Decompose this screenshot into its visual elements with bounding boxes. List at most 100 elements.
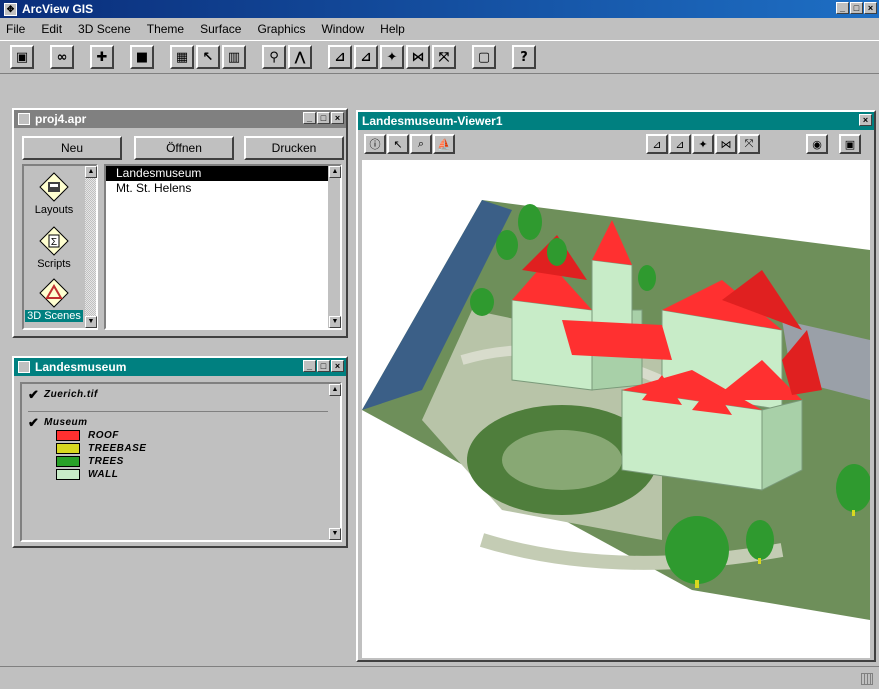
legend-class-trees: TREES: [56, 455, 328, 468]
theme-visible-checkbox-icon[interactable]: ✔: [28, 415, 44, 431]
glasses-icon: ∞: [56, 49, 68, 65]
close-icon[interactable]: ×: [859, 114, 872, 126]
scroll-down-icon[interactable]: ▼: [329, 528, 341, 540]
menu-theme[interactable]: Theme: [145, 21, 186, 37]
close-icon[interactable]: ×: [331, 360, 344, 372]
close-icon[interactable]: ×: [864, 2, 877, 14]
scroll-down-icon[interactable]: ▼: [85, 316, 97, 328]
help-button[interactable]: ?: [512, 45, 536, 69]
zoom-in-button[interactable]: ⋈: [406, 45, 430, 69]
view-zoom-in-button[interactable]: ⋈: [715, 134, 737, 154]
scroll-up-icon[interactable]: ▲: [85, 166, 97, 178]
maximize-icon[interactable]: □: [850, 2, 863, 14]
doctype-scripts[interactable]: Σ Scripts: [24, 226, 84, 270]
viewer-extra-group: ◉ ▣: [806, 134, 862, 154]
doctype-scripts-label: Scripts: [37, 258, 71, 270]
view-active-button[interactable]: ⊿: [669, 134, 691, 154]
view-active-icon: ⊿: [675, 137, 685, 151]
project-window-title: proj4.apr: [35, 112, 87, 126]
menu-edit[interactable]: Edit: [39, 21, 64, 37]
open-table-button[interactable]: ▥: [222, 45, 246, 69]
menu-graphics[interactable]: Graphics: [255, 21, 307, 37]
view-full-button[interactable]: ⊿: [646, 134, 668, 154]
project-window-controls: _ □ ×: [303, 112, 344, 124]
scroll-up-icon[interactable]: ▲: [329, 384, 341, 396]
save-button[interactable]: ▣: [10, 45, 34, 69]
view-zoom-out-button[interactable]: ⤧: [738, 134, 760, 154]
legend-class-wall: WALL: [56, 468, 328, 481]
viewer-window-title: Landesmuseum-Viewer1: [362, 114, 503, 128]
zoom-to-selected-button[interactable]: ✦: [380, 45, 404, 69]
document-item-mt-st-helens[interactable]: Mt. St. Helens: [106, 181, 340, 196]
find-icon: ⚲: [269, 49, 279, 65]
scroll-down-icon[interactable]: ▼: [329, 316, 341, 328]
document-list: Landesmuseum Mt. St. Helens ▲ ▼: [104, 164, 342, 330]
document-item-landesmuseum[interactable]: Landesmuseum: [106, 166, 340, 181]
app-title: ArcView GIS: [22, 2, 94, 16]
menu-surface[interactable]: Surface: [198, 21, 243, 37]
scene-icon: [39, 278, 69, 308]
resize-grip-icon[interactable]: [861, 673, 873, 685]
edit-legend-button[interactable]: ↖: [196, 45, 220, 69]
view-full-icon: ⊿: [652, 137, 662, 151]
theme-name-museum: Museum: [44, 417, 88, 428]
view-save-icon: ▣: [844, 137, 856, 151]
add-theme-button[interactable]: ✚: [90, 45, 114, 69]
view-save-button[interactable]: ▣: [839, 134, 861, 154]
new-button[interactable]: Neu: [22, 136, 122, 160]
open-button[interactable]: Öffnen: [134, 136, 234, 160]
theme-properties-button[interactable]: ▦: [170, 45, 194, 69]
doctype-scrollbar[interactable]: ▲ ▼: [84, 166, 97, 328]
view-selected-button[interactable]: ✦: [692, 134, 714, 154]
theme-entry-museum[interactable]: ✔ Museum ROOF TREEBASE TREES WALL: [28, 415, 328, 481]
minimize-icon[interactable]: _: [836, 2, 849, 14]
close-icon[interactable]: ×: [331, 112, 344, 124]
zoom-to-full-button[interactable]: ⊿: [328, 45, 352, 69]
project-window-titlebar[interactable]: proj4.apr _ □ ×: [14, 110, 346, 128]
select-none-button[interactable]: ▢: [472, 45, 496, 69]
minimize-icon[interactable]: _: [303, 360, 316, 372]
layout-button[interactable]: ■: [130, 45, 154, 69]
theme-name-zuerich: Zuerich.tif: [44, 389, 98, 400]
doctype-layouts[interactable]: Layouts: [24, 172, 84, 216]
query-button[interactable]: ⋀: [288, 45, 312, 69]
layouts-icon: [39, 172, 69, 202]
legend-label-roof: ROOF: [88, 430, 119, 441]
menu-help[interactable]: Help: [378, 21, 407, 37]
doctype-3d-scenes[interactable]: 3D Scenes: [24, 278, 84, 322]
find-button[interactable]: ⚲: [262, 45, 286, 69]
menu-window[interactable]: Window: [319, 21, 366, 37]
view-zoom-in-icon: ⋈: [720, 137, 732, 151]
menu-file[interactable]: File: [4, 21, 27, 37]
swatch-roof: [56, 430, 80, 441]
menu-3d-scene[interactable]: 3D Scene: [76, 21, 133, 37]
glasses-button[interactable]: ∞: [50, 45, 74, 69]
viewer-nav-group: ⊿ ⊿ ✦ ⋈ ⤧: [646, 134, 761, 154]
zoom-out-button[interactable]: ⤧: [432, 45, 456, 69]
rotate-button[interactable]: ◉: [806, 134, 828, 154]
theme-visible-checkbox-icon[interactable]: ✔: [28, 387, 44, 403]
menubar: File Edit 3D Scene Theme Surface Graphic…: [0, 19, 879, 39]
legend-class-treebase: TREEBASE: [56, 442, 328, 455]
scene-canvas[interactable]: [362, 160, 870, 658]
document-type-list: Layouts Σ Scripts 3D Scenes ▲ ▼: [22, 164, 98, 330]
navigate-tool[interactable]: ↖: [387, 134, 409, 154]
pan-tool[interactable]: ⛵: [433, 134, 455, 154]
zoom-to-active-button[interactable]: ⊿: [354, 45, 378, 69]
layout-icon: ■: [135, 49, 149, 65]
minimize-icon[interactable]: _: [303, 112, 316, 124]
document-scrollbar[interactable]: ▲ ▼: [328, 166, 341, 328]
legend-scrollbar[interactable]: ▲ ▼: [328, 384, 341, 540]
identify-tool[interactable]: ⓘ: [364, 134, 386, 154]
zoom-tool[interactable]: ⌕: [410, 134, 432, 154]
print-button[interactable]: Drucken: [244, 136, 344, 160]
view-zoom-out-icon: ⤧: [744, 137, 754, 150]
svg-text:Σ: Σ: [51, 237, 57, 248]
maximize-icon[interactable]: □: [317, 360, 330, 372]
theme-entry-zuerich[interactable]: ✔ Zuerich.tif: [28, 387, 328, 412]
viewer-window-titlebar[interactable]: Landesmuseum-Viewer1 ×: [358, 112, 874, 130]
viewer-tool-group: ⓘ ↖ ⌕ ⛵: [364, 134, 456, 154]
maximize-icon[interactable]: □: [317, 112, 330, 124]
scroll-up-icon[interactable]: ▲: [329, 166, 341, 178]
legend-window-titlebar[interactable]: Landesmuseum _ □ ×: [14, 358, 346, 376]
